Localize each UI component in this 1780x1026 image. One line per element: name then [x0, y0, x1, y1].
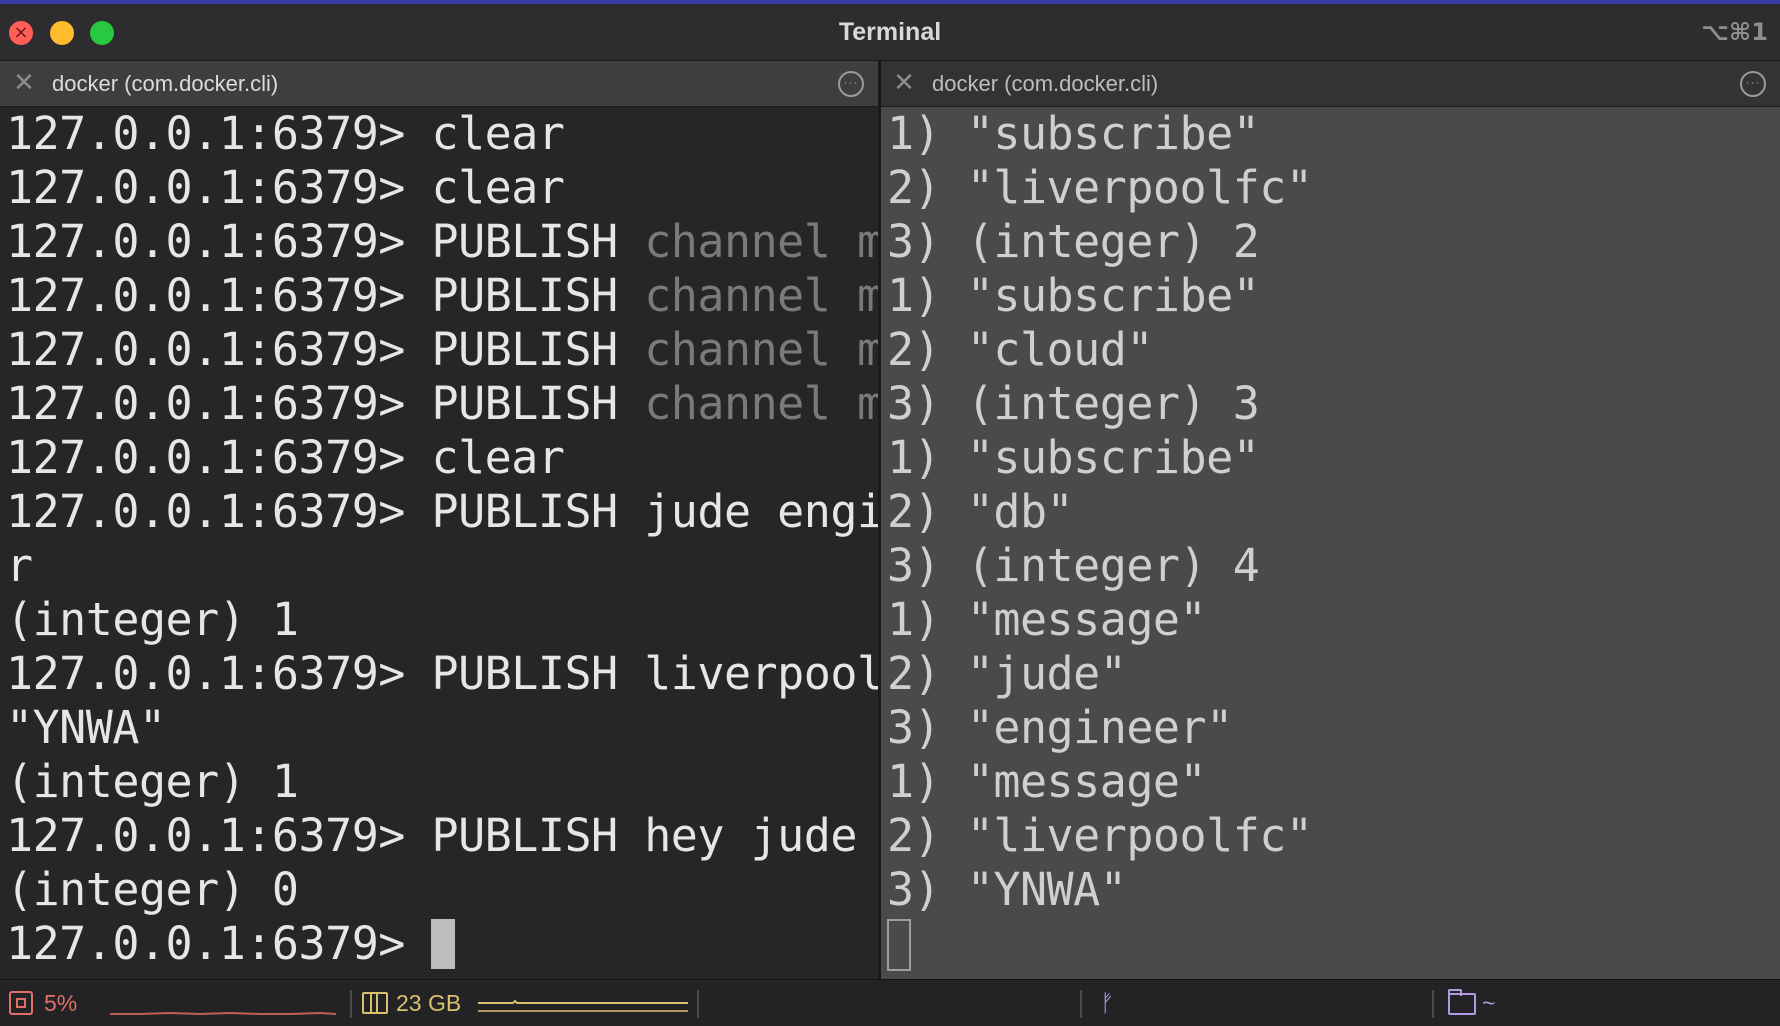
memory-usage: 23 GB	[396, 990, 462, 1016]
terminal-pane-right[interactable]: 1) "subscribe" 2) "liverpoolfc" 3) (intege…	[881, 107, 1780, 979]
terminal-line: 1) "subscribe"	[887, 431, 1260, 484]
terminal-line: 127.0.0.1:6379> clear	[0, 431, 878, 485]
terminal-line: 127.0.0.1:6379> PUBLISH channel mess	[0, 269, 878, 323]
line-text: (integer) 0	[6, 863, 299, 916]
line-text: 127.0.0.1:6379> PUBLISH jude enginee	[6, 485, 878, 538]
status-separator	[1080, 990, 1082, 1018]
terminal-line: 2) "cloud"	[887, 323, 1153, 376]
terminal-line: 127.0.0.1:6379> clear	[0, 107, 878, 161]
autosuggestion-text: channel mess	[644, 215, 878, 268]
autosuggestion-text: channel mess	[644, 269, 878, 322]
line-text: 127.0.0.1:6379> PUBLISH liverpoolfc	[6, 647, 878, 700]
close-tab-icon[interactable]: ✕	[890, 69, 918, 97]
text-cursor	[887, 919, 911, 971]
line-text: 127.0.0.1:6379> clear	[6, 161, 565, 214]
status-separator	[697, 990, 699, 1018]
terminal-line: 3) "engineer"	[887, 701, 1233, 754]
terminal-line: (integer) 1	[0, 593, 878, 647]
terminal-line: 127.0.0.1:6379> PUBLISH channel mess	[0, 323, 878, 377]
line-text: 127.0.0.1:6379> PUBLISH	[6, 269, 645, 322]
ellipsis-icon[interactable]: ···	[838, 71, 864, 97]
tab-bar: ✕ docker (com.docker.cli) ··· ✕ docker (…	[0, 61, 1780, 107]
text-cursor	[431, 919, 456, 969]
terminal-line: 2) "db"	[887, 485, 1074, 538]
line-text: 127.0.0.1:6379> PUBLISH	[6, 377, 645, 430]
window-title: Terminal	[838, 18, 942, 46]
memory-sparkline	[478, 1000, 688, 1012]
close-tab-icon[interactable]: ✕	[10, 69, 38, 97]
line-text: 127.0.0.1:6379> PUBLISH	[6, 323, 645, 376]
line-text: 127.0.0.1:6379> clear	[6, 107, 565, 160]
terminal-line: 3) (integer) 2	[887, 215, 1260, 268]
ellipsis-icon[interactable]: ···	[1740, 71, 1766, 97]
terminal-line: 1) "subscribe"	[887, 107, 1260, 160]
terminal-window: × Terminal ⌥⌘1 ✕ docker (com.docker.cli)…	[0, 0, 1780, 1026]
terminal-line: r	[0, 539, 878, 593]
current-directory: ~	[1482, 990, 1496, 1016]
line-text: 127.0.0.1:6379>	[6, 917, 432, 970]
autosuggestion-text: channel mess	[644, 377, 878, 430]
terminal-line: 127.0.0.1:6379> PUBLISH channel mess	[0, 215, 878, 269]
terminal-line: 3) "YNWA"	[887, 863, 1127, 916]
line-text: (integer) 1	[6, 593, 299, 646]
line-text: (integer) 1	[6, 755, 299, 808]
line-text: 127.0.0.1:6379> PUBLISH	[6, 215, 645, 268]
status-bar: 5% 23 GB ᚠ ~	[0, 979, 1780, 1026]
terminal-line: (integer) 1	[0, 755, 878, 809]
line-text: 127.0.0.1:6379> clear	[6, 431, 565, 484]
terminal-line: 2) "jude"	[887, 647, 1127, 700]
git-branch-icon: ᚠ	[1100, 989, 1115, 1017]
tab-docker-left[interactable]: ✕ docker (com.docker.cli) ···	[0, 61, 878, 106]
tab-docker-right[interactable]: ✕ docker (com.docker.cli) ···	[880, 61, 1780, 106]
terminal-line: 1) "message"	[887, 593, 1207, 646]
cpu-icon	[9, 991, 33, 1015]
folder-icon	[1448, 989, 1476, 1015]
terminal-line: (integer) 0	[0, 863, 878, 917]
terminal-line: 127.0.0.1:6379> PUBLISH liverpoolfc	[0, 647, 878, 701]
memory-icon	[362, 992, 388, 1014]
terminal-line: 3) (integer) 3	[887, 377, 1260, 430]
line-text: r	[6, 539, 33, 592]
terminal-line: "YNWA"	[0, 701, 878, 755]
line-text: 127.0.0.1:6379> PUBLISH hey jude	[6, 809, 857, 862]
terminal-line: 127.0.0.1:6379> PUBLISH channel mess	[0, 377, 878, 431]
terminal-line: 127.0.0.1:6379>	[0, 917, 878, 971]
tab-label: docker (com.docker.cli)	[52, 71, 279, 96]
terminal-line: 127.0.0.1:6379> clear	[0, 161, 878, 215]
terminal-line: 2) "liverpoolfc"	[887, 809, 1313, 862]
autosuggestion-text: channel mess	[644, 323, 878, 376]
terminal-line	[881, 917, 1780, 971]
window-shortcut: ⌥⌘1	[1701, 18, 1768, 46]
cpu-sparkline	[110, 1011, 336, 1016]
status-separator	[350, 990, 352, 1018]
terminal-pane-left[interactable]: 127.0.0.1:6379> clear 127.0.0.1:6379> cle…	[0, 107, 878, 979]
terminal-line: 2) "liverpoolfc"	[887, 161, 1313, 214]
cpu-usage: 5%	[44, 990, 78, 1016]
terminal-line: 3) (integer) 4	[887, 539, 1260, 592]
title-bar: × Terminal ⌥⌘1	[0, 4, 1780, 61]
terminal-line: 127.0.0.1:6379> PUBLISH hey jude	[0, 809, 878, 863]
terminal-line: 1) "subscribe"	[887, 269, 1260, 322]
tab-label: docker (com.docker.cli)	[932, 71, 1159, 96]
status-separator	[1432, 990, 1434, 1018]
line-text: "YNWA"	[6, 701, 166, 754]
terminal-line: 1) "message"	[887, 755, 1207, 808]
terminal-line: 127.0.0.1:6379> PUBLISH jude enginee	[0, 485, 878, 539]
